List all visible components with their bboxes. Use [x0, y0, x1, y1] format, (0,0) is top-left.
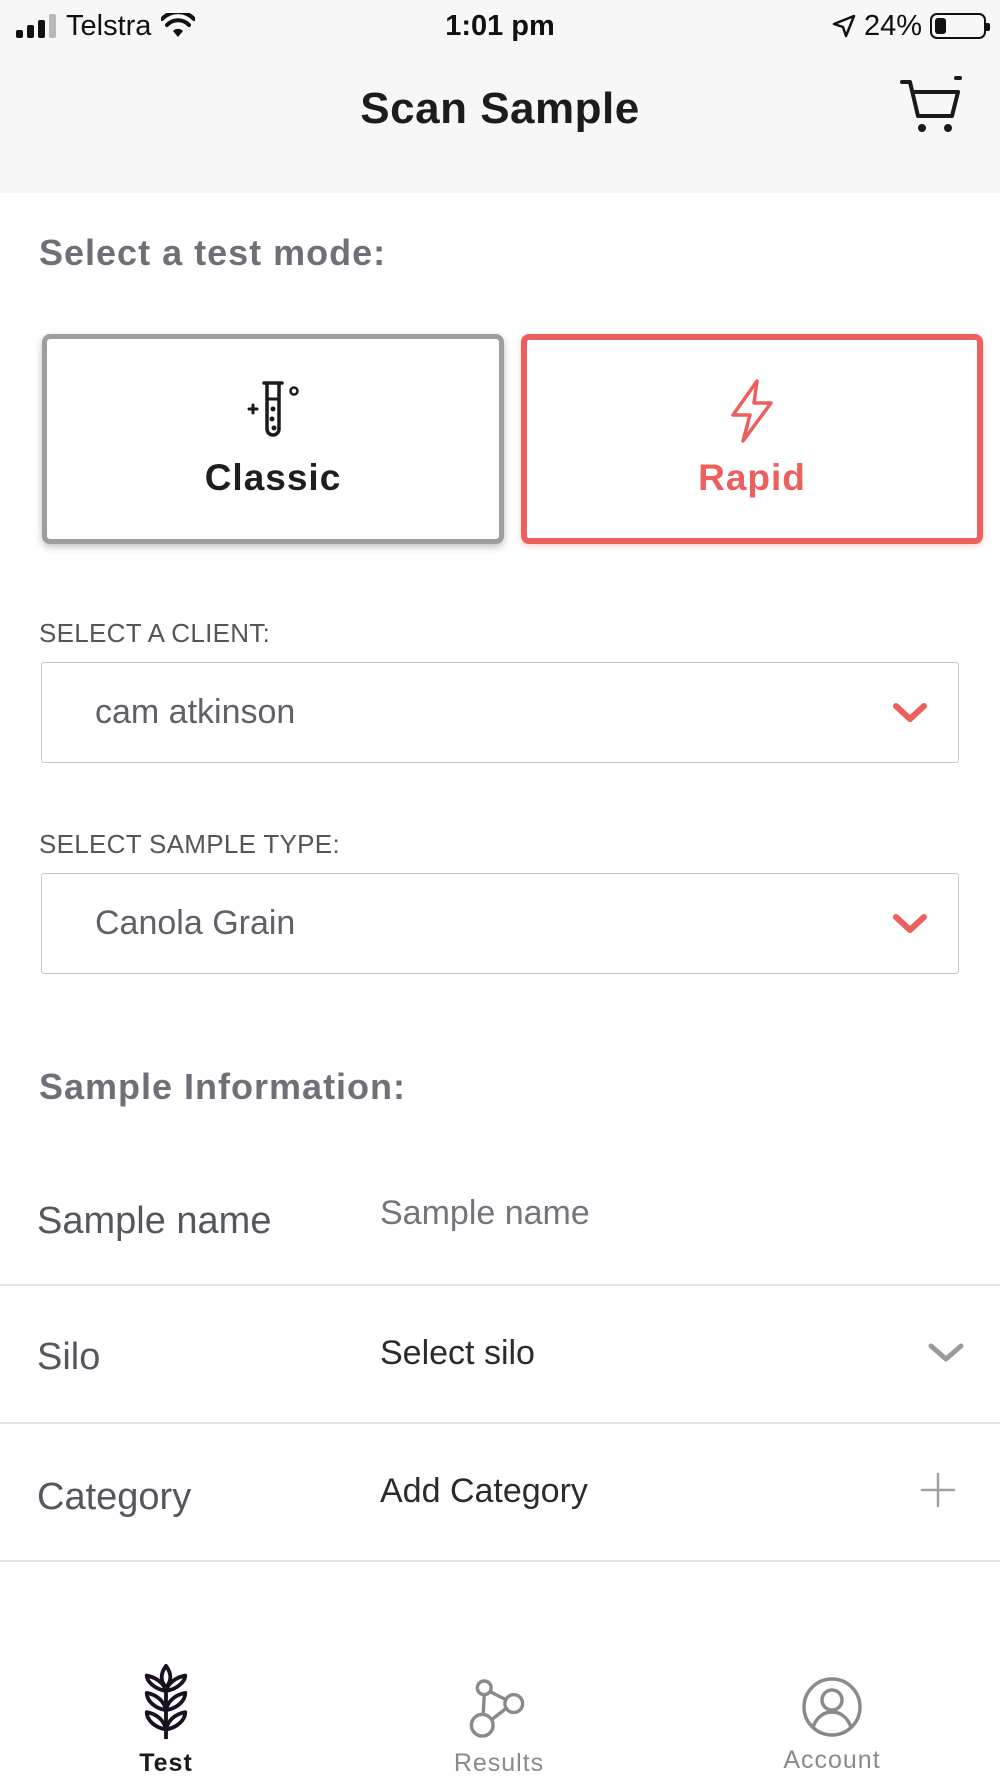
plus-icon: [920, 1472, 956, 1508]
user-icon: [802, 1677, 862, 1737]
tab-account-label: Account: [783, 1746, 881, 1774]
client-select[interactable]: cam atkinson: [41, 662, 959, 763]
silo-label: Silo: [37, 1336, 101, 1378]
silo-value: Select silo: [380, 1334, 535, 1372]
app-header: Telstra 1:01 pm 24% Scan Sample: [0, 0, 1000, 193]
test-tube-icon: [247, 381, 299, 437]
tab-test-label: Test: [139, 1749, 193, 1777]
classic-mode-card[interactable]: Classic: [42, 334, 504, 544]
classic-mode-label: Classic: [204, 457, 342, 498]
silo-row[interactable]: Silo Select silo: [0, 1286, 1000, 1424]
sample-type-label: SELECT SAMPLE TYPE:: [39, 829, 340, 859]
category-value: Add Category: [380, 1472, 588, 1510]
sample-info-heading: Sample Information:: [39, 1066, 407, 1107]
tab-account[interactable]: Account: [732, 1640, 932, 1778]
tab-test[interactable]: Test: [66, 1640, 266, 1778]
battery-icon: [930, 13, 990, 39]
molecule-icon: [469, 1679, 525, 1738]
client-label: SELECT A CLIENT:: [39, 618, 271, 648]
chevron-down-icon: [893, 914, 927, 933]
lightning-icon: [731, 379, 773, 443]
sample-type-value: Canola Grain: [95, 904, 296, 942]
battery-percent: 24%: [863, 9, 922, 42]
rapid-mode-card[interactable]: Rapid: [521, 334, 983, 544]
sample-name-input[interactable]: [380, 1188, 940, 1238]
cart-icon[interactable]: [900, 76, 964, 136]
sample-type-select[interactable]: Canola Grain: [41, 873, 959, 974]
tab-results-label: Results: [453, 1749, 545, 1777]
sample-name-label: Sample name: [37, 1200, 272, 1242]
client-value: cam atkinson: [95, 693, 296, 731]
location-arrow-icon: [832, 14, 856, 38]
category-row[interactable]: Category Add Category: [0, 1424, 1000, 1562]
tab-results[interactable]: Results: [399, 1640, 599, 1778]
status-right: 24%: [832, 6, 990, 46]
chevron-down-icon: [928, 1343, 964, 1362]
rapid-mode-label: Rapid: [698, 457, 806, 498]
category-label: Category: [37, 1476, 192, 1518]
tab-bar: Test Results Account: [0, 1640, 1000, 1778]
chevron-down-icon: [893, 703, 927, 722]
wheat-icon: [144, 1664, 188, 1740]
page-title: Scan Sample: [360, 84, 640, 133]
test-mode-heading: Select a test mode:: [39, 232, 387, 273]
sample-name-row: Sample name: [0, 1148, 1000, 1286]
